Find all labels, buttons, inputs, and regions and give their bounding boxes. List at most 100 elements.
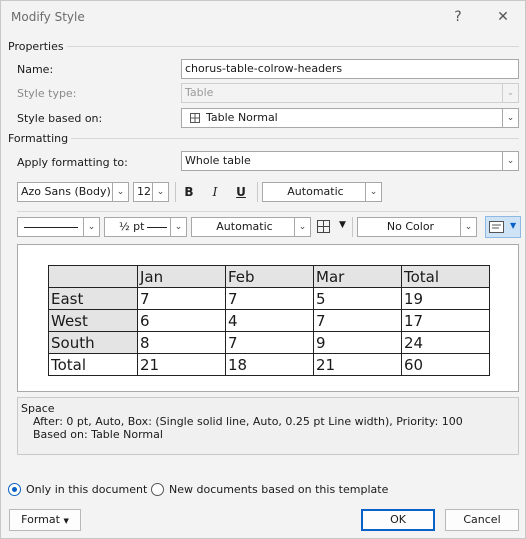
- table-cell: Total: [48, 353, 138, 376]
- shading-value: No Color: [386, 220, 435, 233]
- table-cell: 7: [225, 287, 314, 310]
- table-cell: 7: [225, 331, 314, 354]
- table-cell: 21: [137, 353, 226, 376]
- formatting-divider: [71, 138, 519, 139]
- ok-button[interactable]: OK: [361, 509, 435, 531]
- paragraph-align-icon: [489, 221, 504, 233]
- chevron-down-icon: ⌄: [152, 183, 168, 201]
- font-combo[interactable]: Azo Sans (Body) ⌄: [17, 182, 129, 202]
- chevron-down-icon: ⌄: [83, 218, 99, 236]
- chevron-down-icon: ▼: [510, 221, 517, 230]
- table-cell: 9: [313, 331, 402, 354]
- toolbar-separator: [352, 217, 353, 237]
- table-cell: 7: [137, 287, 226, 310]
- properties-heading: Properties: [8, 40, 64, 53]
- table-cell: West: [48, 309, 138, 332]
- table-cell: 19: [401, 287, 490, 310]
- chevron-down-icon: ⌄: [502, 109, 518, 127]
- font-size-combo[interactable]: 12 ⌄: [133, 182, 169, 202]
- chevron-down-icon: ⌄: [112, 183, 128, 201]
- name-field[interactable]: chorus-table-colrow-headers: [181, 59, 519, 79]
- apply-formatting-combo[interactable]: Whole table ⌄: [181, 151, 519, 171]
- only-this-document-radio[interactable]: [8, 483, 21, 496]
- chevron-down-icon: ⌄: [365, 183, 381, 201]
- table-row: Total 21 18 21 60: [48, 353, 490, 376]
- thin-line-icon: [147, 227, 167, 228]
- chevron-down-icon: ⌄: [460, 218, 476, 236]
- line-weight-combo[interactable]: ½ pt ⌄: [104, 217, 187, 237]
- chevron-down-icon: ⌄: [502, 84, 518, 102]
- font-color-value: Automatic: [287, 185, 344, 198]
- new-documents-radio[interactable]: [151, 483, 164, 496]
- based-on-value: Table Normal: [206, 111, 278, 124]
- shading-combo[interactable]: No Color ⌄: [357, 217, 477, 237]
- description-details: After: 0 pt, Auto, Box: (Single solid li…: [33, 415, 463, 428]
- title-bar: Modify Style ? ✕: [1, 1, 526, 33]
- table-row: West 6 4 7 17: [48, 309, 490, 332]
- style-type-combo[interactable]: Table ⌄: [181, 83, 519, 103]
- preview-table: Jan Feb Mar Total East 7 7 5 19 West 6 4…: [48, 265, 490, 376]
- table-cell: Total: [401, 265, 490, 288]
- solid-line-icon: [24, 227, 78, 228]
- name-label: Name:: [17, 63, 54, 76]
- style-type-label: Style type:: [17, 87, 77, 100]
- apply-formatting-label: Apply formatting to:: [17, 156, 128, 169]
- table-cell: South: [48, 331, 138, 354]
- cancel-button[interactable]: Cancel: [445, 509, 519, 531]
- toolbar-separator: [257, 182, 258, 202]
- formatting-heading: Formatting: [8, 132, 69, 145]
- based-on-combo[interactable]: Table Normal ⌄: [181, 108, 519, 128]
- font-size-value: 12: [137, 185, 151, 198]
- table-row: South 8 7 9 24: [48, 331, 490, 354]
- table-properties-button[interactable]: ▼: [485, 216, 521, 238]
- format-button[interactable]: Format ▼: [9, 509, 81, 531]
- toolbar-separator: [175, 182, 176, 202]
- table-cell: 21: [313, 353, 402, 376]
- dialog-title: Modify Style: [11, 10, 85, 24]
- borders-icon[interactable]: [317, 220, 331, 234]
- description-heading: Space: [21, 402, 55, 415]
- table-cell: 4: [225, 309, 314, 332]
- description-based-on: Based on: Table Normal: [33, 428, 163, 441]
- help-button[interactable]: ?: [440, 5, 476, 29]
- modify-style-dialog: Modify Style ? ✕ Properties Name: chorus…: [0, 0, 526, 539]
- table-row: East 7 7 5 19: [48, 287, 490, 310]
- table-cell: Mar: [313, 265, 402, 288]
- style-description: Space After: 0 pt, Auto, Box: (Single so…: [17, 397, 519, 455]
- underline-button[interactable]: U: [231, 182, 251, 202]
- italic-button[interactable]: I: [205, 182, 225, 202]
- chevron-down-icon: ▼: [63, 517, 69, 525]
- close-button[interactable]: ✕: [485, 5, 521, 29]
- chevron-down-icon: ⌄: [502, 152, 518, 170]
- apply-formatting-value: Whole table: [185, 154, 251, 167]
- line-style-combo[interactable]: ⌄: [17, 217, 100, 237]
- table-cell: 8: [137, 331, 226, 354]
- style-preview: Jan Feb Mar Total East 7 7 5 19 West 6 4…: [17, 244, 519, 392]
- table-icon: [190, 113, 200, 123]
- new-documents-label[interactable]: New documents based on this template: [169, 483, 388, 496]
- table-cell: East: [48, 287, 138, 310]
- toolbar-divider: [17, 211, 519, 212]
- table-cell: Feb: [225, 265, 314, 288]
- table-cell: 60: [401, 353, 490, 376]
- font-value: Azo Sans (Body): [21, 185, 111, 198]
- line-weight-value: ½ pt: [119, 220, 145, 233]
- chevron-down-icon: ⌄: [170, 218, 186, 236]
- style-type-value: Table: [185, 86, 214, 99]
- table-cell: 18: [225, 353, 314, 376]
- bold-button[interactable]: B: [179, 182, 199, 202]
- table-row: Jan Feb Mar Total: [48, 265, 490, 288]
- border-color-combo[interactable]: Automatic ⌄: [191, 217, 311, 237]
- table-cell: 7: [313, 309, 402, 332]
- font-color-combo[interactable]: Automatic ⌄: [262, 182, 382, 202]
- based-on-label: Style based on:: [17, 112, 103, 125]
- only-this-document-label[interactable]: Only in this document: [26, 483, 147, 496]
- table-cell: Jan: [137, 265, 226, 288]
- chevron-down-icon: ⌄: [294, 218, 310, 236]
- properties-divider: [67, 46, 519, 47]
- table-cell: 24: [401, 331, 490, 354]
- border-color-value: Automatic: [216, 220, 273, 233]
- table-cell: 6: [137, 309, 226, 332]
- borders-dropdown-icon[interactable]: ▼: [339, 220, 346, 230]
- table-cell: 17: [401, 309, 490, 332]
